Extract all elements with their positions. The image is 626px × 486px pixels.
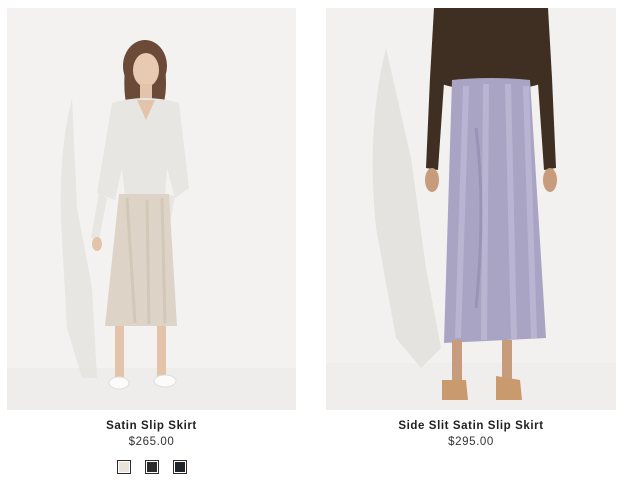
product-price: $295.00	[448, 436, 494, 448]
product-price: $265.00	[128, 436, 175, 448]
product-photo-illustration	[326, 8, 616, 410]
product-image-satin-slip-skirt[interactable]	[7, 8, 296, 410]
product-card-side-slit-satin-slip-skirt[interactable]: Side Slit Satin Slip Skirt $295.00	[326, 8, 616, 448]
color-swatches	[7, 460, 296, 474]
product-card-satin-slip-skirt[interactable]: Satin Slip Skirt $265.00	[7, 8, 296, 474]
color-swatch-charcoal[interactable]	[144, 460, 159, 474]
product-name[interactable]: Satin Slip Skirt	[7, 420, 296, 432]
product-name[interactable]: Side Slit Satin Slip Skirt	[326, 420, 616, 432]
product-image-side-slit-satin-slip-skirt[interactable]	[326, 8, 616, 410]
color-swatch-light[interactable]	[116, 460, 131, 474]
color-swatch-navy[interactable]	[172, 460, 187, 474]
product-photo-illustration	[7, 8, 296, 410]
